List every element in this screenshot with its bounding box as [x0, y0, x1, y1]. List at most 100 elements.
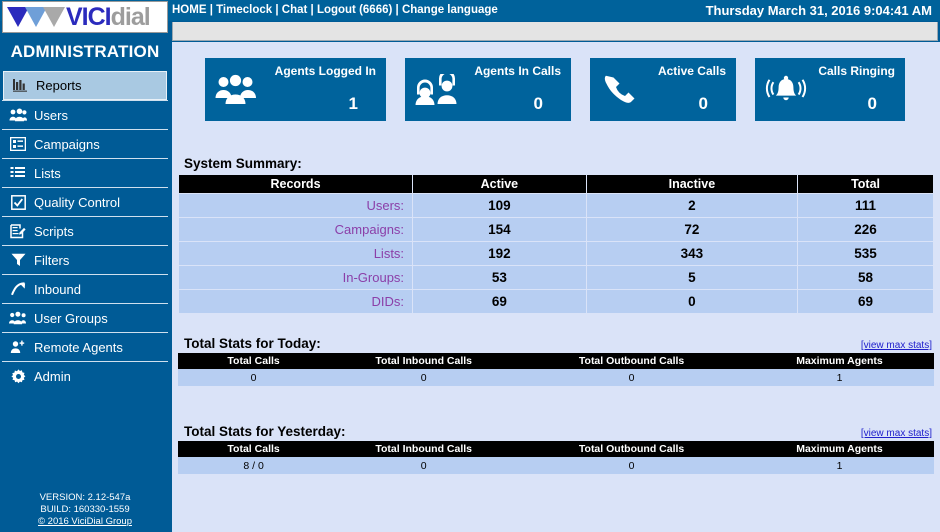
bar-chart-icon	[10, 77, 30, 95]
logo-wordmark: VICIdial	[66, 5, 150, 30]
column-header-maximum-agents: Maximum Agents	[745, 441, 934, 457]
stat-card-label: Active Calls	[658, 64, 726, 78]
stat-card-label: Agents Logged In	[275, 64, 376, 78]
nav-link-timeclock[interactable]: Timeclock	[216, 4, 272, 16]
spacer	[172, 134, 940, 156]
campaign-list-icon	[8, 135, 28, 153]
nav-link-home[interactable]: HOME	[172, 4, 207, 16]
sidebar-item-label: Filters	[34, 254, 69, 267]
cell-maximum-agents: 1	[745, 369, 934, 386]
column-header-records: Records	[179, 175, 413, 194]
row-label-dids[interactable]: DIDs:	[179, 290, 413, 314]
stat-card-value: 1	[349, 94, 376, 114]
row-label-in-groups[interactable]: In-Groups:	[179, 266, 413, 290]
stats-yesterday-header: Total Stats for Yesterday: [view max sta…	[178, 424, 934, 439]
view-max-stats-link-yesterday[interactable]: [view max stats]	[861, 428, 934, 439]
sidebar-item-reports[interactable]: Reports	[3, 71, 167, 100]
cell-active: 154	[413, 218, 587, 242]
nav-separator: |	[307, 4, 317, 16]
cell-total: 535	[798, 242, 934, 266]
column-header-total: Total	[798, 175, 934, 194]
stat-card-calls-ringing[interactable]: Calls Ringing 0	[755, 58, 905, 121]
table-row: 0 0 0 1	[178, 369, 934, 386]
users-icon	[8, 106, 28, 124]
version-text: VERSION: 2.12-547a	[0, 492, 170, 504]
sidebar-item-admin[interactable]: Admin	[2, 361, 168, 390]
sidebar-item-label: Inbound	[34, 283, 81, 296]
cell-total: 226	[798, 218, 934, 242]
sidebar-item-label: Reports	[36, 79, 82, 92]
sidebar-item-label: Quality Control	[34, 196, 120, 209]
remote-agent-icon	[8, 338, 28, 356]
cell-inactive: 0	[586, 290, 797, 314]
cell-total-inbound-calls: 0	[329, 457, 518, 474]
sidebar-item-remote-agents[interactable]: Remote Agents	[2, 332, 168, 361]
sidebar-item-lists[interactable]: Lists	[2, 158, 168, 187]
sidebar-item-users[interactable]: Users	[2, 100, 168, 129]
top-navigation: HOME | Timeclock | Chat | Logout (6666) …	[172, 4, 498, 16]
cell-total-outbound-calls: 0	[518, 457, 745, 474]
sidebar-item-label: Admin	[34, 370, 71, 383]
system-summary-heading: System Summary:	[178, 156, 934, 171]
cell-active: 192	[413, 242, 587, 266]
column-header-inactive: Inactive	[586, 175, 797, 194]
headset-agents-icon	[405, 58, 467, 121]
cell-total-outbound-calls: 0	[518, 369, 745, 386]
checkbox-icon	[8, 193, 28, 211]
stats-today-heading: Total Stats for Today:	[178, 336, 321, 351]
stat-card-active-calls[interactable]: Active Calls 0	[590, 58, 736, 121]
stat-card-agents-in-calls[interactable]: Agents In Calls 0	[405, 58, 571, 121]
stat-cards: Agents Logged In 1 Agents In Calls 0	[172, 58, 940, 134]
spacer	[172, 314, 940, 336]
cell-total: 111	[798, 194, 934, 218]
system-clock: Thursday March 31, 2016 9:04:41 AM	[706, 3, 932, 18]
cell-total: 58	[798, 266, 934, 290]
stat-card-label: Calls Ringing	[818, 64, 895, 78]
row-label-users[interactable]: Users:	[179, 194, 413, 218]
sidebar-item-campaigns[interactable]: Campaigns	[2, 129, 168, 158]
stat-card-value: 0	[534, 94, 561, 114]
sidebar-item-user-groups[interactable]: User Groups	[2, 303, 168, 332]
stat-card-body: Calls Ringing 0	[817, 58, 905, 121]
column-header-active: Active	[413, 175, 587, 194]
column-header-total-outbound-calls: Total Outbound Calls	[518, 441, 745, 457]
group-people-icon	[205, 58, 267, 121]
table-header-row: Total Calls Total Inbound Calls Total Ou…	[178, 441, 934, 457]
cell-active: 53	[413, 266, 587, 290]
nav-link-change-language[interactable]: Change language	[402, 4, 498, 16]
sidebar-item-label: User Groups	[34, 312, 108, 325]
system-summary-table: Records Active Inactive Total Users: 109…	[178, 174, 934, 314]
vicidial-logo[interactable]: VICIdial	[2, 1, 168, 33]
column-header-total-calls: Total Calls	[178, 441, 329, 457]
stat-card-value: 0	[868, 94, 895, 114]
gear-icon	[8, 367, 28, 385]
sidebar-item-scripts[interactable]: Scripts	[2, 216, 168, 245]
nav-link-chat[interactable]: Chat	[282, 4, 308, 16]
logo-triangles-icon	[7, 7, 65, 27]
table-header-row: Total Calls Total Inbound Calls Total Ou…	[178, 353, 934, 369]
column-header-total-inbound-calls: Total Inbound Calls	[329, 441, 518, 457]
cell-total-calls: 0	[178, 369, 329, 386]
nav-separator: |	[392, 4, 402, 16]
stats-today-block: Total Stats for Today: [view max stats] …	[172, 336, 940, 386]
sidebar-footer: VERSION: 2.12-547a BUILD: 160330-1559 © …	[0, 492, 170, 528]
column-header-maximum-agents: Maximum Agents	[745, 353, 934, 369]
row-label-campaigns[interactable]: Campaigns:	[179, 218, 413, 242]
funnel-icon	[8, 251, 28, 269]
phone-handset-icon	[590, 58, 652, 121]
sidebar-item-quality-control[interactable]: Quality Control	[2, 187, 168, 216]
sidebar-item-inbound[interactable]: Inbound	[2, 274, 168, 303]
nav-link-logout[interactable]: Logout (6666)	[317, 4, 392, 16]
row-label-lists[interactable]: Lists:	[179, 242, 413, 266]
main-content: Agents Logged In 1 Agents In Calls 0	[172, 42, 940, 532]
view-max-stats-link-today[interactable]: [view max stats]	[861, 340, 934, 351]
stat-card-agents-logged-in[interactable]: Agents Logged In 1	[205, 58, 386, 121]
table-row: DIDs: 69 0 69	[179, 290, 934, 314]
sidebar-title: ADMINISTRATION	[0, 34, 170, 71]
secondary-toolbar	[172, 22, 938, 41]
table-row: Lists: 192 343 535	[179, 242, 934, 266]
stats-yesterday-table: Total Calls Total Inbound Calls Total Ou…	[178, 441, 934, 474]
sidebar-item-filters[interactable]: Filters	[2, 245, 168, 274]
copyright-link[interactable]: © 2016 ViciDial Group	[38, 516, 132, 527]
column-header-total-calls: Total Calls	[178, 353, 329, 369]
